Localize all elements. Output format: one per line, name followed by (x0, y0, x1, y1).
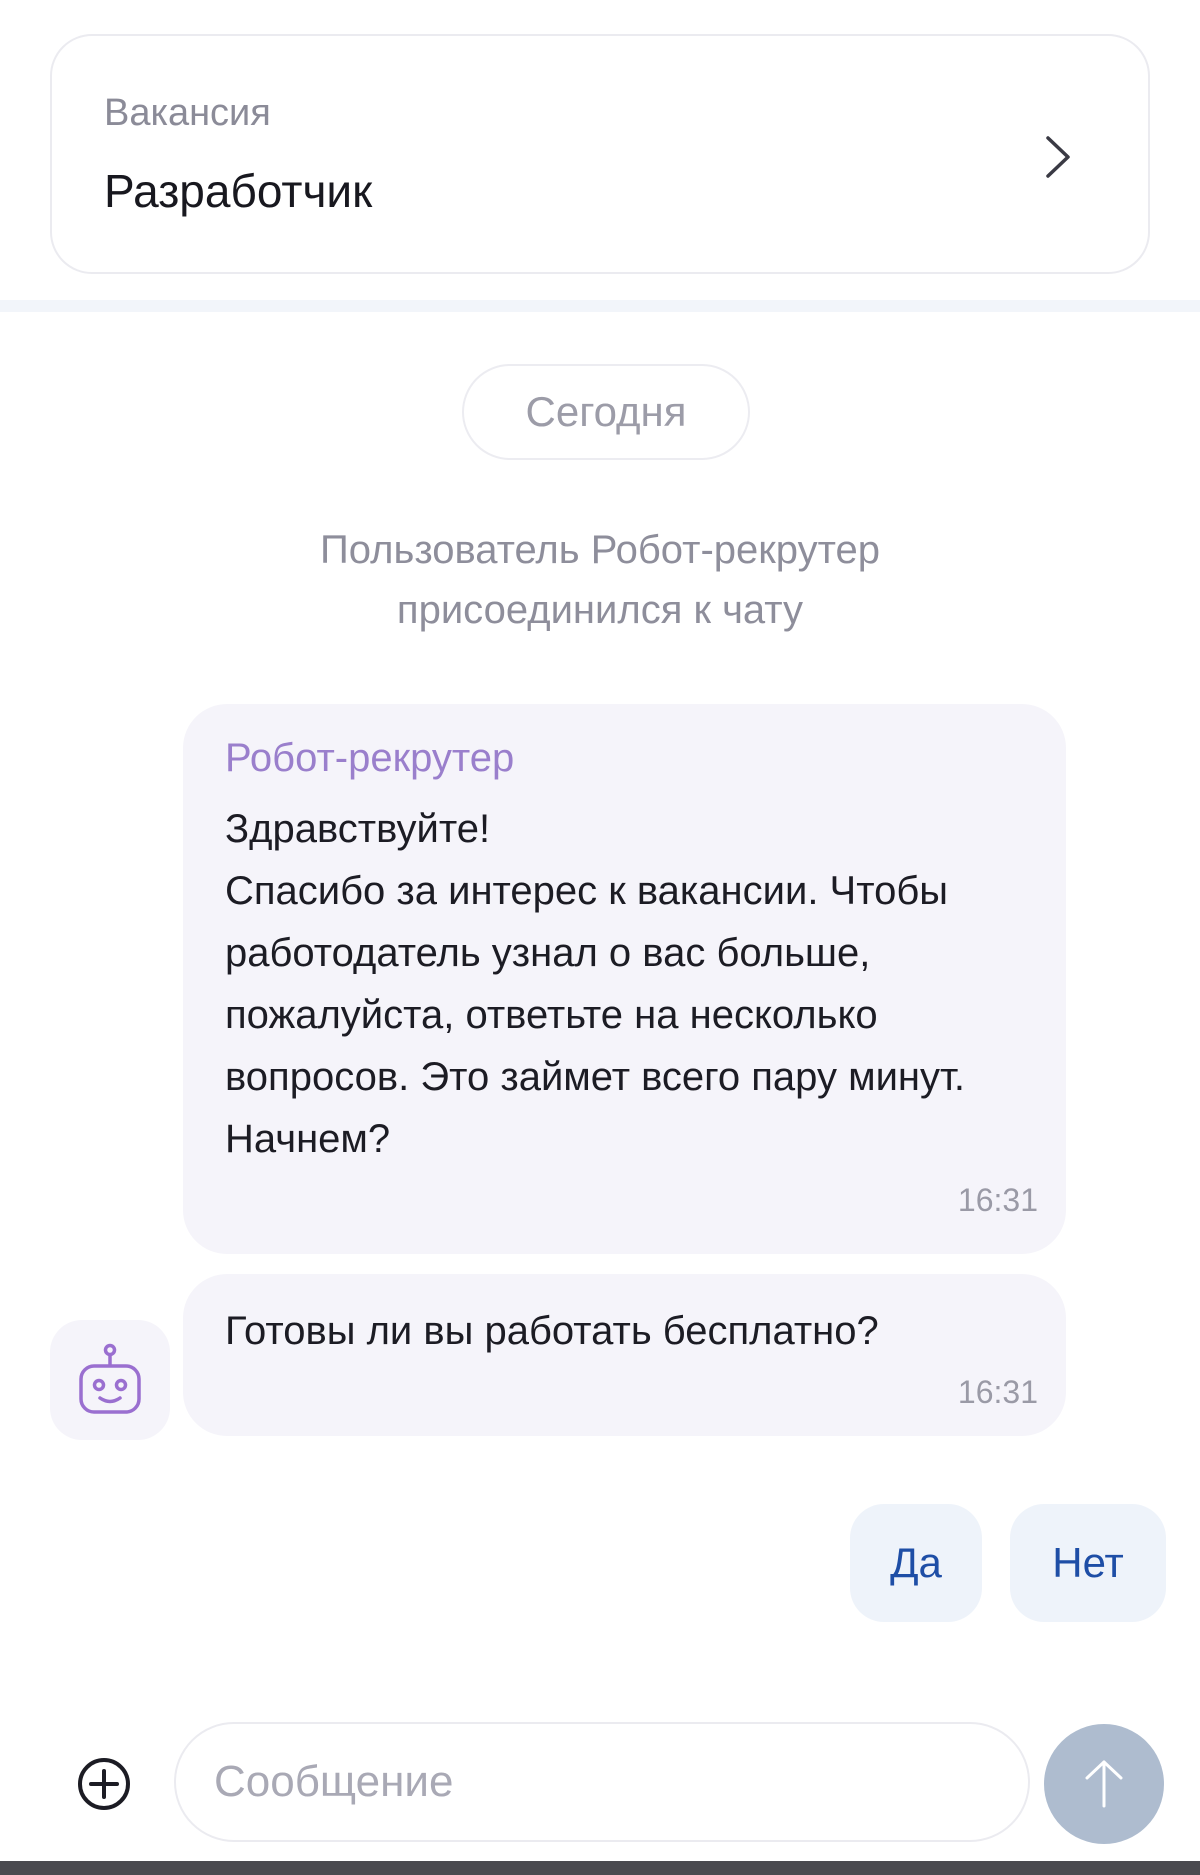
avatar (50, 1320, 170, 1440)
message-time: 16:31 (957, 1182, 1038, 1218)
message-text: Здравствуйте! Спасибо за интерес к вакан… (225, 807, 965, 1161)
bottom-bar (0, 1861, 1200, 1875)
chevron-right-icon (1046, 136, 1070, 178)
message-bubble: Готовы ли вы работать бесплатно? 16:31 (183, 1274, 1066, 1436)
chat-screen: Вакансия Разработчик Сегодня Пользовател… (0, 0, 1200, 1875)
message-bubble: Робот-рекрутер Здравствуйте! Спасибо за … (183, 704, 1066, 1254)
system-message: Пользователь Робот-рекрутер присоединилс… (320, 528, 880, 632)
sender-name: Робот-рекрутер (225, 736, 515, 780)
send-button[interactable] (1044, 1724, 1164, 1844)
vacancy-label: Вакансия (104, 92, 271, 134)
plus-circle-icon[interactable] (76, 1756, 132, 1812)
message-input[interactable] (174, 1722, 1030, 1842)
arrow-up-icon (1085, 1760, 1123, 1808)
header-divider (0, 300, 1200, 312)
message-text: Готовы ли вы работать бесплатно? (225, 1309, 879, 1353)
message-time: 16:31 (957, 1374, 1038, 1410)
quick-reply-yes-button[interactable]: Да (850, 1504, 982, 1622)
vacancy-title: Разработчик (104, 165, 373, 217)
quick-reply-no-button[interactable]: Нет (1010, 1504, 1166, 1622)
date-pill: Сегодня (462, 364, 750, 460)
vacancy-card[interactable]: Вакансия Разработчик (50, 34, 1150, 274)
robot-icon (79, 1343, 141, 1414)
